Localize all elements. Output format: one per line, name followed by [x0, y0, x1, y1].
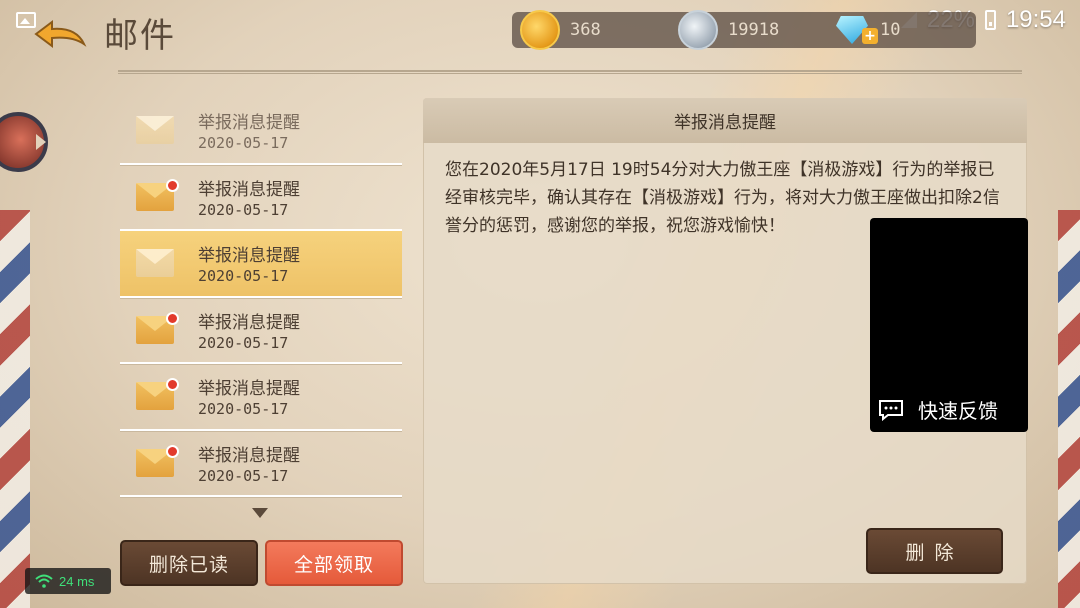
open-envelope-icon — [136, 249, 174, 277]
mail-title: 举报消息提醒 — [198, 113, 300, 133]
currency-bar: 368 19918 10 — [512, 10, 976, 50]
mail-title: 举报消息提醒 — [198, 379, 300, 399]
back-button[interactable] — [32, 20, 88, 52]
unread-dot — [166, 444, 179, 458]
mail-list-item-selected[interactable]: 举报消息提醒 2020-05-17 — [120, 231, 402, 298]
mail-list-item[interactable]: 举报消息提醒 2020-05-17 — [120, 364, 402, 431]
unread-dot — [166, 311, 179, 325]
quick-feedback-overlay[interactable]: 快速反馈 — [870, 218, 1028, 432]
mail-title: 举报消息提醒 — [198, 445, 300, 466]
mail-date: 2020-05-17 — [198, 333, 289, 352]
mail-list-item[interactable]: 举报消息提醒 2020-05-17 — [120, 165, 402, 231]
quick-feedback-button[interactable]: 快速反馈 — [878, 395, 998, 424]
title-divider — [118, 70, 1022, 74]
mail-detail-title: 举报消息提醒 — [423, 98, 1027, 143]
battery-icon — [984, 10, 996, 30]
chevron-right-icon[interactable] — [36, 134, 46, 150]
quick-feedback-label: 快速反馈 — [918, 399, 998, 423]
open-envelope-icon — [136, 116, 174, 144]
mail-list-item[interactable]: 举报消息提醒 2020-05-17 — [120, 98, 402, 165]
mail-date: 2020-05-17 — [198, 200, 289, 219]
delete-read-button[interactable]: 删除已读 — [120, 540, 258, 586]
add-diamond-icon[interactable]: + — [862, 28, 878, 44]
mail-date: 2020-05-17 — [198, 400, 289, 418]
mail-date: 2020-05-17 — [198, 267, 289, 285]
silver-coin-icon — [678, 10, 718, 50]
wifi-icon — [35, 574, 53, 588]
silver-currency[interactable]: 19918 — [678, 10, 780, 50]
mail-date: 2020-05-17 — [198, 134, 289, 152]
claim-all-button[interactable]: 全部领取 — [265, 540, 403, 586]
gold-amount: 368 — [570, 20, 601, 40]
silver-amount: 19918 — [728, 20, 780, 40]
mail-list-item[interactable]: 举报消息提醒 2020-05-17 — [120, 298, 402, 364]
mail-date: 2020-05-17 — [198, 466, 289, 485]
scroll-down-icon[interactable] — [252, 508, 268, 518]
unread-dot — [166, 178, 179, 192]
clock: 19:54 — [1005, 6, 1066, 33]
decorative-stripe-right — [1058, 210, 1080, 608]
diamond-amount: 10 — [880, 20, 901, 40]
ping-value: 24 ms — [59, 573, 95, 589]
delete-button[interactable]: 删除 — [866, 528, 1003, 574]
back-arrow-icon — [34, 20, 87, 48]
mail-title: 举报消息提醒 — [198, 179, 300, 200]
unread-dot — [166, 378, 179, 391]
mail-title: 举报消息提醒 — [198, 246, 300, 266]
mail-title: 举报消息提醒 — [198, 312, 300, 333]
gold-currency[interactable]: 368 — [520, 10, 601, 50]
decorative-stripe-left — [0, 210, 30, 608]
mail-list: 举报消息提醒 2020-05-17 举报消息提醒 2020-05-17 举报消息… — [120, 98, 402, 497]
chat-icon — [879, 399, 903, 421]
page-title: 邮件 — [104, 16, 176, 56]
mail-list-item[interactable]: 举报消息提醒 2020-05-17 — [120, 431, 402, 497]
network-ping-indicator: 24 ms — [25, 568, 111, 594]
gold-coin-icon — [520, 10, 560, 50]
